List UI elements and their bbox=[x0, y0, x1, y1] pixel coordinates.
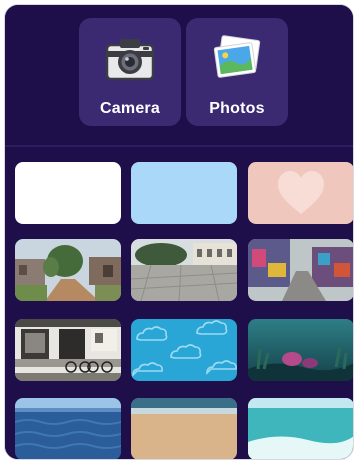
source-bar: Camera Photos bbox=[5, 5, 353, 145]
background-tile-ocean-horizon[interactable] bbox=[15, 398, 121, 459]
photos-button[interactable]: Photos bbox=[186, 18, 288, 126]
shallow-sea-waves-thumbnail bbox=[248, 398, 353, 459]
background-tile-stone-plaza[interactable] bbox=[131, 239, 237, 301]
background-tile-blue-clouds-pattern[interactable] bbox=[131, 319, 237, 381]
divider bbox=[5, 145, 353, 147]
stone-plaza-thumbnail bbox=[131, 239, 237, 301]
underwater-scene-thumbnail bbox=[248, 319, 353, 381]
background-tile-old-house-bicycles[interactable] bbox=[15, 319, 121, 381]
village-road-thumbnail bbox=[15, 239, 121, 301]
plain-white-thumbnail bbox=[15, 162, 121, 224]
graffiti-street-thumbnail bbox=[248, 239, 353, 301]
background-tile-sandy-beach[interactable] bbox=[131, 398, 237, 459]
background-tile-pink-heart[interactable] bbox=[248, 162, 353, 224]
background-tile-village-road[interactable] bbox=[15, 239, 121, 301]
background-tile-graffiti-street[interactable] bbox=[248, 239, 353, 301]
pink-heart-thumbnail bbox=[248, 162, 353, 224]
background-tile-shallow-sea-waves[interactable] bbox=[248, 398, 353, 459]
camera-icon bbox=[105, 39, 155, 81]
camera-label: Camera bbox=[100, 100, 160, 117]
ocean-horizon-thumbnail bbox=[15, 398, 121, 459]
blue-clouds-pattern-thumbnail bbox=[131, 319, 237, 381]
photos-label: Photos bbox=[209, 100, 265, 117]
plain-light-blue-thumbnail bbox=[131, 162, 237, 224]
background-tile-plain-white[interactable] bbox=[15, 162, 121, 224]
photos-icon bbox=[213, 35, 261, 78]
camera-button[interactable]: Camera bbox=[79, 18, 181, 126]
old-house-bicycles-thumbnail bbox=[15, 319, 121, 381]
background-tile-underwater-scene[interactable] bbox=[248, 319, 353, 381]
background-tile-plain-light-blue[interactable] bbox=[131, 162, 237, 224]
background-picker: Camera Photos bbox=[4, 4, 354, 460]
sandy-beach-thumbnail bbox=[131, 398, 237, 459]
background-grid bbox=[5, 145, 353, 459]
